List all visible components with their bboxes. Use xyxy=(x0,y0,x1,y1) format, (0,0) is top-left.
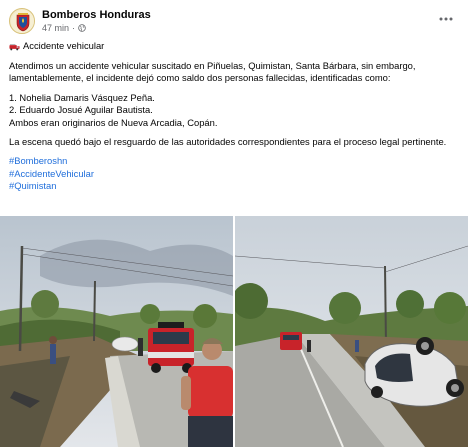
fire-truck xyxy=(280,332,302,350)
page-name[interactable]: Bomberos Honduras xyxy=(42,9,151,21)
fire-truck-emoji-icon xyxy=(9,43,20,50)
post-paragraph-2: La escena quedó bajo el resguardo de las… xyxy=(9,136,447,148)
post-title-line: Accidente vehicular xyxy=(9,40,461,53)
post-photos xyxy=(0,216,468,447)
victim-1: 1. Nohelia Damaris Vásquez Peña. xyxy=(9,91,155,103)
globe-icon xyxy=(78,24,86,32)
hashtag-accidente-vehicular[interactable]: #AccidenteVehicular xyxy=(9,168,461,180)
accident-scene-photo-2[interactable] xyxy=(235,216,468,447)
more-options-icon[interactable] xyxy=(438,12,454,26)
victims-origin: Ambos eran originarios de Nueva Arcadia,… xyxy=(9,116,218,128)
page-avatar[interactable] xyxy=(9,8,35,34)
firefighter-logo-icon xyxy=(11,10,34,33)
post-title: Accidente vehicular xyxy=(23,40,105,52)
post-time[interactable]: 47 min xyxy=(42,23,69,33)
fire-truck xyxy=(148,322,194,373)
post-body: Accidente vehicular Atendimos un acciden… xyxy=(9,40,461,193)
hashtag-quimistan[interactable]: #Quimistan xyxy=(9,180,461,192)
post-meta: 47 min · xyxy=(42,23,86,33)
accident-scene-photo-1[interactable] xyxy=(0,216,233,447)
victim-2: 2. Eduardo Josué Aguilar Bautista. xyxy=(9,104,153,116)
hashtag-bomberoshn[interactable]: #Bomberoshn xyxy=(9,155,461,167)
meta-separator: · xyxy=(72,23,76,33)
post-header: Bomberos Honduras 47 min · xyxy=(0,0,468,40)
post-paragraph-1: Atendimos un accidente vehicular suscita… xyxy=(9,60,416,84)
